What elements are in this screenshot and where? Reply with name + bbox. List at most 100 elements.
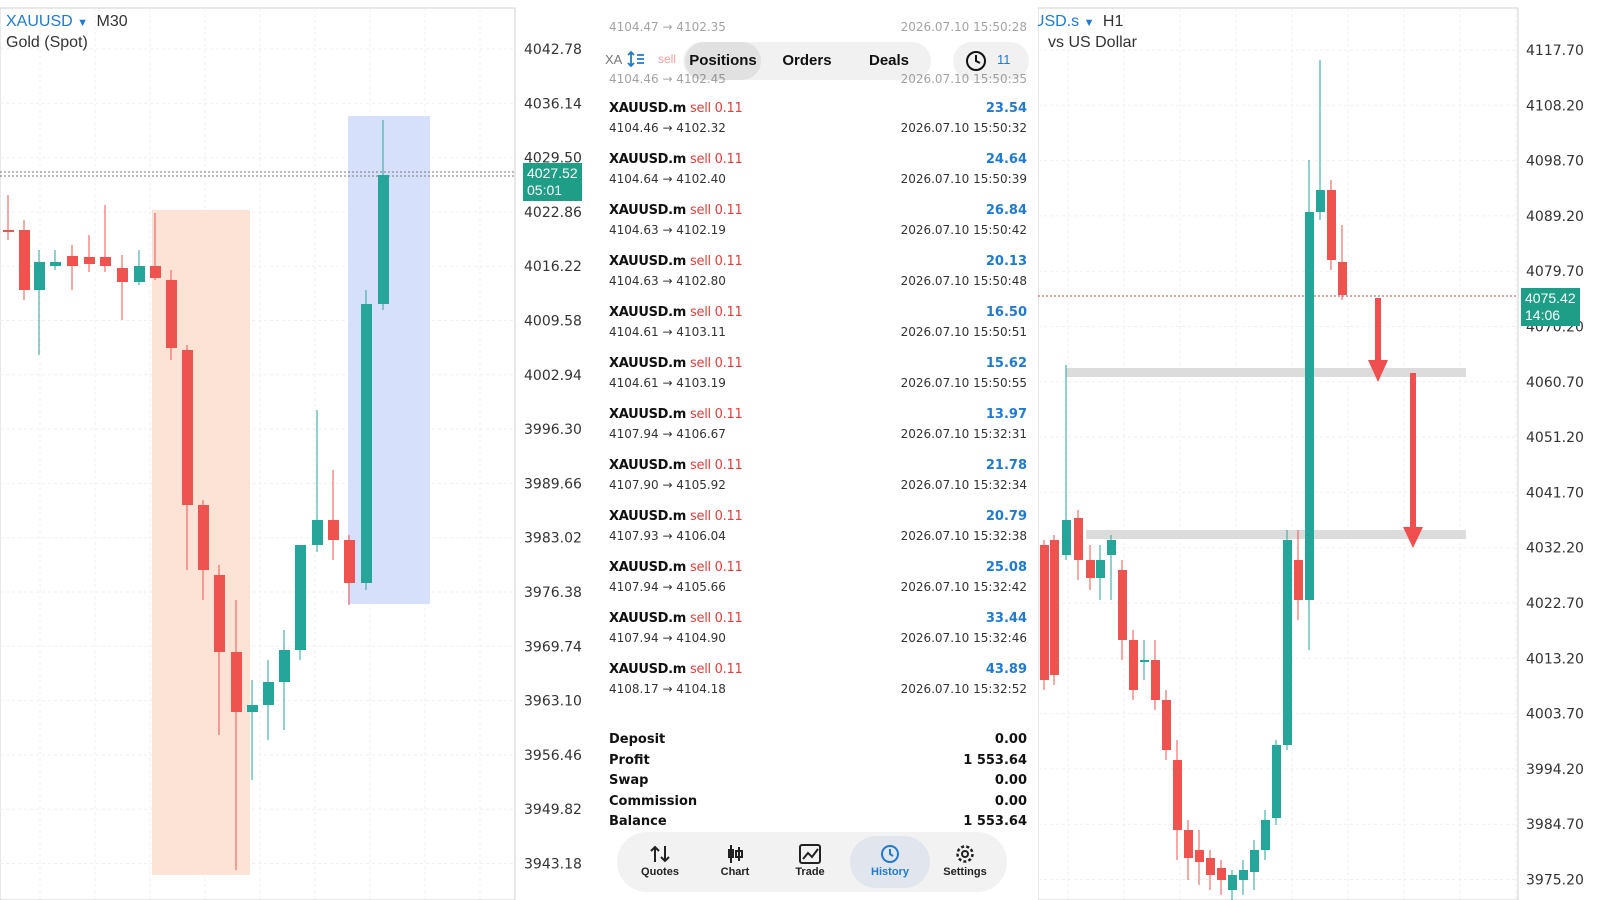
deal-profit: 23.54 xyxy=(985,101,1027,116)
deal-time: 2026.07.10 15:32:52 xyxy=(900,682,1027,696)
symbol-filter[interactable]: XA xyxy=(605,52,622,67)
price-axis-label: 4032.20 xyxy=(1526,541,1584,557)
current-price: 4075.42 xyxy=(1525,290,1576,306)
nav-settings[interactable]: Settings xyxy=(930,836,1000,888)
deal-symbol: XAUUSD.m sell 0.11 xyxy=(609,356,743,371)
summary-swap: Swap 0.00 xyxy=(609,773,1027,788)
deal-side: sell 0.11 xyxy=(690,458,743,473)
price-axis-label: 3984.70 xyxy=(1526,817,1584,833)
price-axis-label: 3983.02 xyxy=(524,531,582,547)
m30-candlestick-chart[interactable]: 4042.784036.144029.504022.864016.224009.… xyxy=(0,0,595,900)
price-axis-label: 4051.20 xyxy=(1526,430,1584,446)
price-axis-label: 4098.70 xyxy=(1526,154,1584,170)
deal-prices: 4104.61 → 4103.19 xyxy=(609,376,726,390)
candle-body xyxy=(1140,660,1149,662)
table-row[interactable]: XAUUSD.m sell 0.11 4104.63 → 4102.19 26.84 2… xyxy=(609,203,1027,255)
deal-symbol: XAUUSD.m sell 0.11 xyxy=(609,101,743,116)
candle-body xyxy=(1283,540,1292,745)
price-axis-label: 4060.70 xyxy=(1526,375,1584,391)
price-axis-label: 4036.14 xyxy=(524,96,582,112)
quotes-icon xyxy=(650,845,670,863)
table-row[interactable]: XAUUSD.m sell 0.11 4104.64 → 4102.40 24.64 2… xyxy=(609,152,1027,204)
candle-body xyxy=(1107,540,1116,555)
deal-side: sell 0.11 xyxy=(690,254,743,269)
deal-time: 2026.07.10 15:50:55 xyxy=(900,376,1027,390)
table-row[interactable]: XAUUSD.m sell 0.11 4104.61 → 4103.11 16.50 2… xyxy=(609,305,1027,357)
price-axis-label: 3996.30 xyxy=(524,422,582,438)
price-axis-label: 4013.20 xyxy=(1526,651,1584,667)
chart-timeframe[interactable]: M30 xyxy=(96,13,127,30)
nav-trade[interactable]: Trade xyxy=(775,836,845,888)
sort-icon[interactable] xyxy=(627,50,644,68)
deal-time: 2026.07.10 15:50:42 xyxy=(900,223,1027,237)
table-row[interactable]: XAUUSD.m sell 0.11 4104.61 → 4103.19 15.62 2… xyxy=(609,356,1027,408)
deal-time: 2026.07.10 15:32:46 xyxy=(900,631,1027,645)
current-price-tag: 4075.42 14:06 xyxy=(1521,288,1580,326)
deal-prices: 4107.94 → 4104.90 xyxy=(609,631,726,645)
candle-body xyxy=(1096,560,1105,578)
chart-symbol-partial[interactable]: XAUUSD.s xyxy=(1038,13,1079,30)
candle-body xyxy=(134,266,145,282)
table-row[interactable]: XAUUSD.m sell 0.11 4107.90 → 4105.92 21.78 2… xyxy=(609,458,1027,510)
price-axis-label: 4108.20 xyxy=(1526,98,1584,114)
deal-prices: 4107.94 → 4105.66 xyxy=(609,580,726,594)
candle-body xyxy=(1338,262,1347,295)
table-row[interactable]: XAUUSD.m sell 0.11 4107.93 → 4106.04 20.79 2… xyxy=(609,509,1027,561)
nav-chart[interactable]: Chart xyxy=(700,836,770,888)
clock-icon xyxy=(966,51,986,71)
nav-history[interactable]: History xyxy=(850,836,930,888)
candle-body xyxy=(247,705,258,712)
candle-body xyxy=(150,266,161,278)
deal-profit: 24.64 xyxy=(985,152,1027,167)
price-axis-label: 4042.78 xyxy=(524,42,582,58)
deal-profit: 16.50 xyxy=(985,305,1027,320)
candle-body xyxy=(1272,745,1281,818)
candle-body xyxy=(295,545,306,650)
chart-symbol[interactable]: XAUUSD xyxy=(6,13,73,30)
symbol-dropdown-icon[interactable]: ▼ xyxy=(1084,17,1095,29)
deal-side: sell 0.11 xyxy=(690,407,743,422)
nav-quotes[interactable]: Quotes xyxy=(625,836,695,888)
table-row[interactable]: XAUUSD.m sell 0.11 4108.17 → 4104.18 43.89 2… xyxy=(609,662,1027,714)
table-row[interactable]: XAUUSD.m sell 0.11 4104.46 → 4102.32 23.54 2… xyxy=(609,101,1027,153)
candle-body xyxy=(84,257,95,264)
deal-side: sell 0.11 xyxy=(690,101,743,116)
candle-body xyxy=(1327,190,1336,260)
symbol-dropdown-icon[interactable]: ▼ xyxy=(77,17,88,29)
deal-side: sell 0.11 xyxy=(690,203,743,218)
summary-block: Deposit 0.00 Profit 1 553.64 Swap 0.00 Commiss… xyxy=(609,732,1027,835)
chart-description: Gold (Spot) xyxy=(6,34,88,51)
table-row[interactable]: XAUUSD.m sell 0.11 4107.94 → 4105.66 25.08 2… xyxy=(609,560,1027,612)
candle-body xyxy=(279,650,290,682)
price-axis-label: 3989.66 xyxy=(524,476,582,492)
candle-body xyxy=(1151,660,1160,700)
deal-side: sell 0.11 xyxy=(690,305,743,320)
list-item-partial[interactable]: 4104.46 → 4102.45 2026.07.10 15:50:35 xyxy=(609,72,1027,90)
candle-body xyxy=(1040,545,1049,680)
price-axis-label: 3943.18 xyxy=(524,857,582,873)
candle-body xyxy=(328,520,339,540)
price-axis-label: 3976.38 xyxy=(524,585,582,601)
table-row[interactable]: XAUUSD.m sell 0.11 4107.94 → 4104.90 33.44 2… xyxy=(609,611,1027,663)
candle-body xyxy=(378,175,389,304)
h1-candlestick-chart[interactable]: 4117.704108.204098.704089.204079.704070.… xyxy=(1038,0,1600,900)
table-row[interactable]: XAUUSD.m sell 0.11 4104.63 → 4102.80 20.13 2… xyxy=(609,254,1027,306)
deal-prices: 4108.17 → 4104.18 xyxy=(609,682,726,696)
deal-time: 2026.07.10 15:50:35 xyxy=(900,72,1027,86)
down-arrow-shaft xyxy=(1410,373,1416,529)
candle-body xyxy=(231,652,242,712)
candle-body xyxy=(67,256,78,266)
bar-countdown: 14:06 xyxy=(1525,307,1561,323)
right-chart-panel[interactable]: 4117.70 4108.20 4098.70 4089.20 4079.70 4070.… xyxy=(1038,0,1600,900)
table-row[interactable]: XAUUSD.m sell 0.11 4107.94 → 4106.67 13.97 2… xyxy=(609,407,1027,459)
deal-symbol: XAUUSD.m sell 0.11 xyxy=(609,509,743,524)
deal-prices: 4104.63 → 4102.19 xyxy=(609,223,726,237)
deal-time: 2026.07.10 15:32:34 xyxy=(900,478,1027,492)
left-chart-panel[interactable]: 4042.78 4036.14 4029.50 4022.86 4016.22 4009.… xyxy=(0,0,595,900)
chart-icon xyxy=(728,845,743,863)
price-axis-label: 3956.46 xyxy=(524,748,582,764)
deal-side: sell 0.11 xyxy=(690,662,743,677)
chart-timeframe[interactable]: H1 xyxy=(1103,13,1123,30)
candle-body xyxy=(50,262,61,266)
deal-profit: 13.97 xyxy=(985,407,1027,422)
